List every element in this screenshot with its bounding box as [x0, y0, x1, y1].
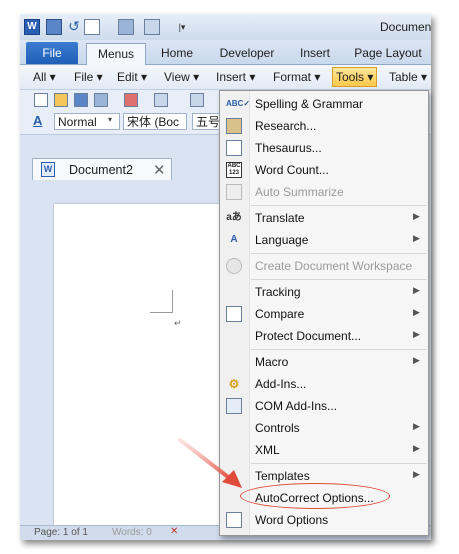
annotation-arrow-icon — [178, 438, 242, 488]
